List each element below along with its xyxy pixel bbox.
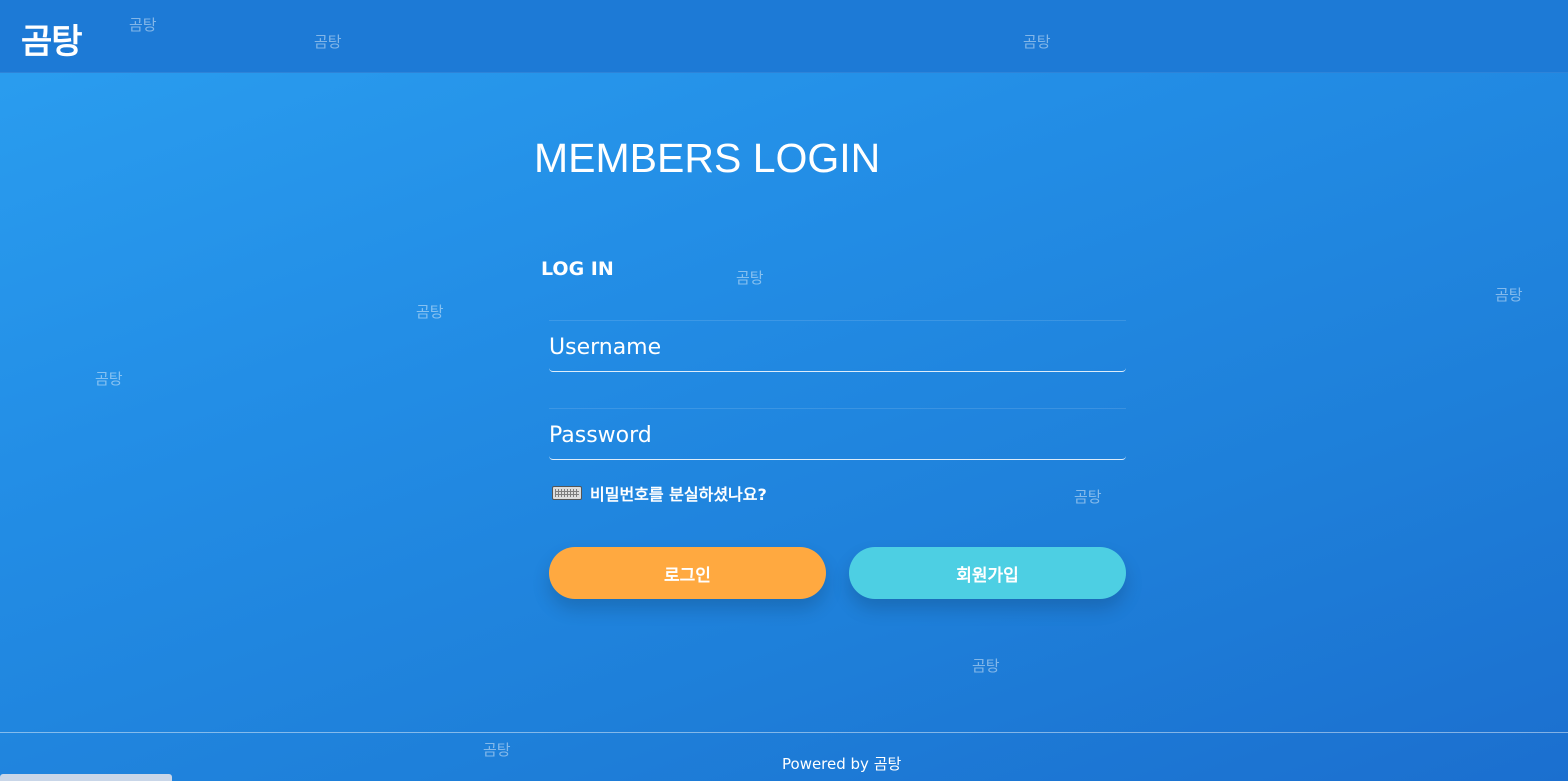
brand-logo[interactable]: 곰탕	[21, 14, 83, 63]
watermark-text: 곰탕	[1074, 488, 1102, 506]
footer-divider	[0, 732, 1568, 733]
watermark-text: 곰탕	[972, 657, 1000, 675]
page-title: MEMBERS LOGIN	[534, 135, 881, 181]
keyboard-icon	[552, 486, 582, 500]
forgot-password-label: 비밀번호를 분실하셨나요?	[590, 485, 767, 504]
watermark-text: 곰탕	[1495, 286, 1523, 304]
forgot-password-link[interactable]: 비밀번호를 분실하셨나요?	[552, 481, 767, 505]
watermark-text: 곰탕	[95, 370, 123, 388]
watermark-text: 곰탕	[483, 741, 511, 759]
username-field-wrapper	[549, 320, 1126, 372]
login-button[interactable]: 로그인	[549, 547, 826, 599]
password-input[interactable]	[549, 409, 1126, 459]
login-section-label: LOG IN	[541, 258, 614, 280]
watermark-text: 곰탕	[736, 269, 764, 287]
watermark-text: 곰탕	[129, 16, 157, 34]
watermark-text: 곰탕	[416, 303, 444, 321]
top-header: 곰탕	[0, 0, 1568, 73]
signup-button[interactable]: 회원가입	[849, 547, 1126, 599]
bottom-scrollbar[interactable]	[0, 774, 172, 781]
password-field-wrapper	[549, 408, 1126, 460]
username-input[interactable]	[549, 321, 1126, 371]
watermark-text: 곰탕	[1023, 33, 1051, 51]
footer-powered-by: Powered by 곰탕	[782, 755, 902, 773]
watermark-text: 곰탕	[314, 33, 342, 51]
